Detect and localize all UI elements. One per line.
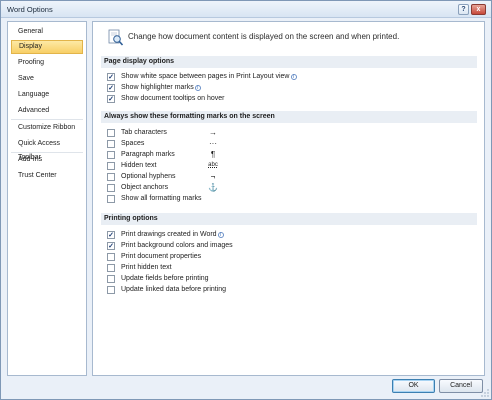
option-show-highlighter-marks[interactable]: Show highlighter marksi	[107, 83, 287, 94]
option-label: Update fields before printing	[121, 275, 209, 282]
sidebar-item-label: Trust Center	[18, 172, 57, 179]
checkbox[interactable]	[107, 84, 115, 92]
option-label: Optional hyphens	[121, 173, 176, 180]
option-label: Object anchors	[121, 184, 169, 191]
sidebar-item-trust-center[interactable]: Trust Center	[11, 169, 83, 183]
info-icon: i	[217, 232, 224, 238]
options-sidebar: General Display Proofing Save Language A…	[7, 21, 87, 376]
option-label: Print drawings created in Word i	[121, 231, 224, 238]
option-label: Paragraph marks	[121, 151, 175, 158]
option-label: Print document properties	[121, 253, 202, 260]
option-label: Print hidden text	[121, 264, 172, 271]
panel-intro: Change how document content is displayed…	[128, 32, 400, 41]
section-formatting-marks: Always show these formatting marks on th…	[101, 111, 477, 123]
option-update-fields[interactable]: Update fields before printing	[107, 274, 287, 285]
option-label: Show white space between pages in Print …	[121, 73, 297, 80]
option-print-hidden-text[interactable]: Print hidden text	[107, 263, 287, 274]
option-print-drawings[interactable]: Print drawings created in Wordi	[107, 230, 287, 241]
sidebar-item-label: Display	[19, 43, 42, 50]
checkbox[interactable]	[107, 264, 115, 272]
sidebar-item-advanced[interactable]: Advanced	[11, 104, 83, 118]
option-label: Show highlighter marks i	[121, 84, 201, 91]
section-printing-options: Printing options	[101, 213, 477, 225]
option-label: Print background colors and images	[121, 242, 233, 249]
checkbox[interactable]	[107, 151, 115, 159]
sidebar-item-label: Proofing	[18, 59, 45, 66]
sidebar-item-display[interactable]: Display	[11, 40, 83, 54]
sidebar-divider	[11, 119, 83, 120]
paragraph-mark-symbol: ¶	[210, 150, 216, 159]
sidebar-item-customize-ribbon[interactable]: Customize Ribbon	[11, 121, 83, 135]
sidebar-item-quick-access-toolbar[interactable]: Quick Access Toolbar	[11, 137, 83, 161]
sidebar-item-label: Advanced	[18, 107, 50, 114]
anchor-icon: ⚓	[208, 183, 218, 192]
option-spaces[interactable]: Spaces ···	[107, 139, 287, 150]
sidebar-item-label: Language	[18, 91, 50, 98]
option-label: Show document tooltips on hover	[121, 95, 225, 102]
checkbox[interactable]	[107, 286, 115, 294]
close-icon[interactable]: x	[471, 4, 486, 15]
title-bar: Word Options ? x	[1, 1, 491, 18]
checkbox[interactable]	[107, 129, 115, 137]
sidebar-item-add-ins[interactable]: Add-Ins	[11, 153, 83, 167]
option-label-text: Show highlighter marks	[121, 84, 194, 91]
option-label: Show all formatting marks	[121, 195, 202, 202]
option-label-text: Print drawings created in Word	[121, 231, 217, 238]
tab-mark-symbol: →	[209, 128, 217, 137]
checkbox[interactable]	[107, 95, 115, 103]
option-tab-characters[interactable]: Tab characters →	[107, 128, 287, 139]
optional-hyphen-symbol: ¬	[210, 172, 216, 181]
checkbox[interactable]	[107, 173, 115, 181]
option-label-text: Show white space between pages in Print …	[121, 73, 290, 80]
help-icon[interactable]: ?	[458, 4, 469, 15]
option-object-anchors[interactable]: Object anchors ⚓	[107, 183, 287, 194]
option-label: Tab characters	[121, 129, 167, 136]
checkbox[interactable]	[107, 231, 115, 239]
magnifier-page-icon	[108, 29, 124, 46]
checkbox[interactable]	[107, 253, 115, 261]
resize-grip-icon[interactable]	[481, 389, 489, 397]
checkbox[interactable]	[107, 184, 115, 192]
options-content-panel: Change how document content is displayed…	[92, 21, 485, 376]
sidebar-item-label: Add-Ins	[18, 156, 43, 163]
checkbox[interactable]	[107, 275, 115, 283]
sidebar-item-language[interactable]: Language	[11, 88, 83, 102]
option-hidden-text[interactable]: Hidden text abc	[107, 161, 287, 172]
option-print-background[interactable]: Print background colors and images	[107, 241, 287, 252]
checkbox[interactable]	[107, 195, 115, 203]
checkbox[interactable]	[107, 140, 115, 148]
sidebar-item-label: Customize Ribbon	[18, 124, 76, 131]
info-icon: i	[194, 85, 201, 91]
info-icon: i	[290, 74, 297, 80]
checkbox[interactable]	[107, 242, 115, 250]
option-print-document-properties[interactable]: Print document properties	[107, 252, 287, 263]
sidebar-item-label: Save	[18, 75, 34, 82]
sidebar-item-label: General	[18, 28, 43, 35]
option-update-linked-data[interactable]: Update linked data before printing	[107, 285, 287, 296]
sidebar-item-general[interactable]: General	[11, 25, 83, 39]
option-paragraph-marks[interactable]: Paragraph marks ¶	[107, 150, 287, 161]
option-label: Update linked data before printing	[121, 286, 227, 293]
sidebar-item-save[interactable]: Save	[11, 72, 83, 86]
option-label: Hidden text	[121, 162, 157, 169]
ok-button[interactable]: OK	[392, 379, 435, 393]
hidden-text-symbol: abc	[208, 162, 218, 168]
window-title: Word Options	[7, 5, 53, 14]
space-mark-symbol: ···	[209, 139, 217, 148]
cancel-button[interactable]: Cancel	[439, 379, 483, 393]
section-page-display-options: Page display options	[101, 56, 477, 68]
sidebar-item-proofing[interactable]: Proofing	[11, 56, 83, 70]
option-label: Spaces	[121, 140, 145, 147]
checkbox[interactable]	[107, 162, 115, 170]
option-optional-hyphens[interactable]: Optional hyphens ¬	[107, 172, 287, 183]
option-show-white-space[interactable]: Show white space between pages in Print …	[107, 72, 307, 83]
checkbox[interactable]	[107, 73, 115, 81]
option-show-document-tooltips[interactable]: Show document tooltips on hover	[107, 94, 287, 105]
word-options-dialog: Word Options ? x General Display Proofin…	[0, 0, 492, 400]
option-show-all-formatting-marks[interactable]: Show all formatting marks	[107, 194, 287, 205]
